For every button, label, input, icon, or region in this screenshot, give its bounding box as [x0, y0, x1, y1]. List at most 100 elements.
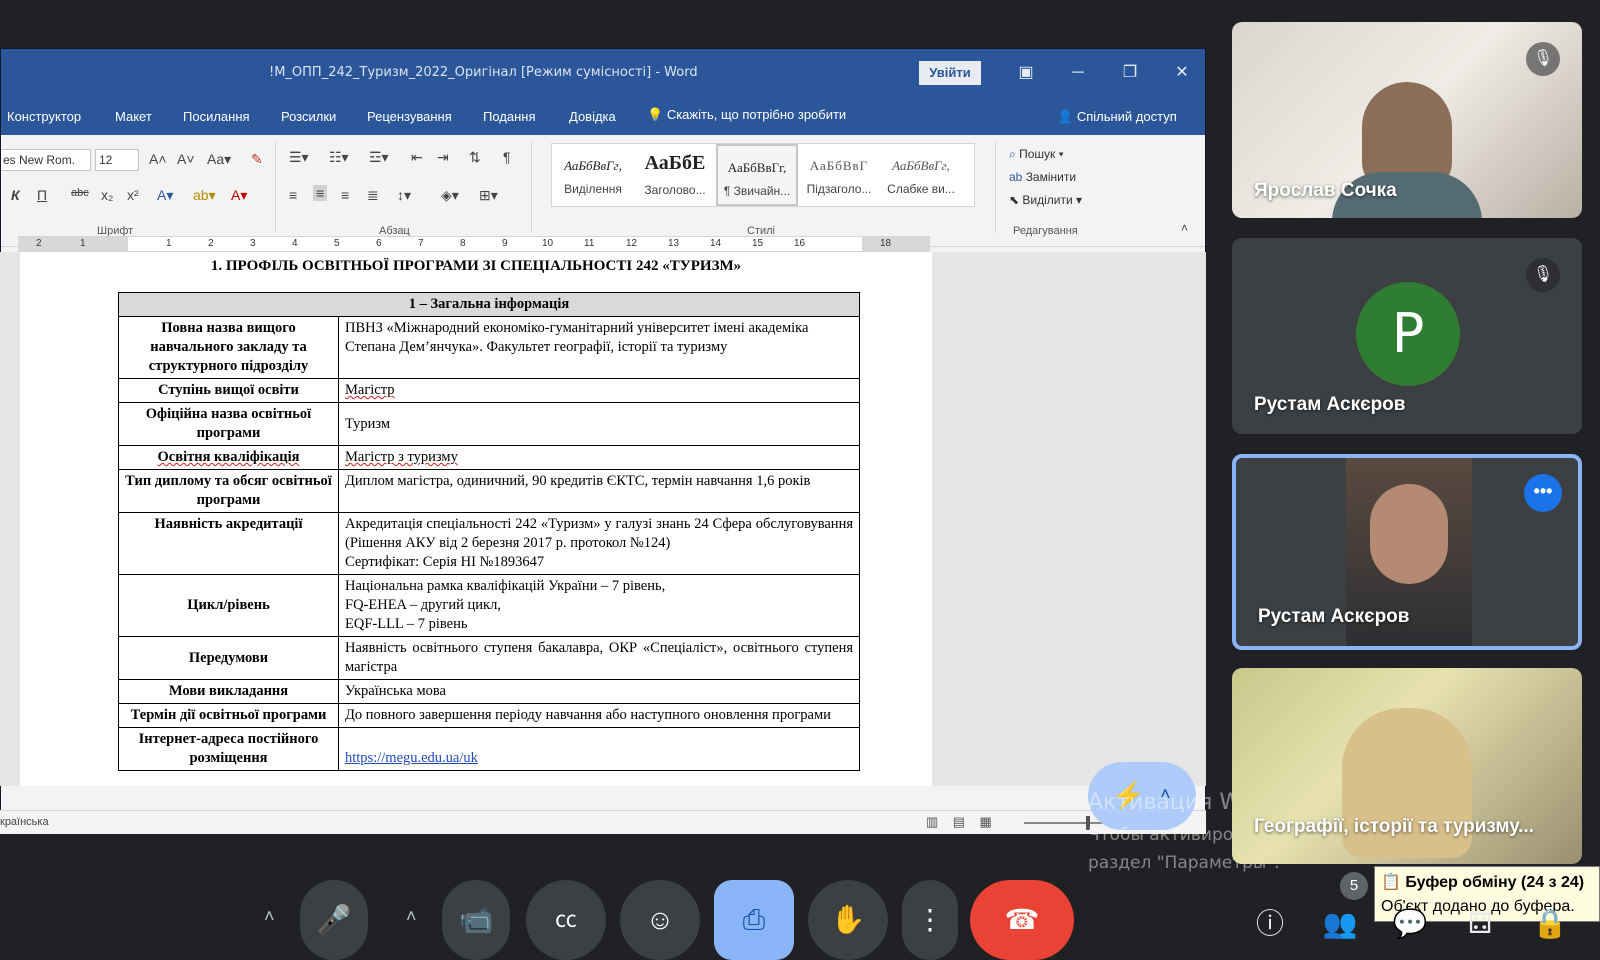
numbering-icon[interactable]: ☷▾ — [329, 149, 349, 166]
participant-tile[interactable]: Географії, історії та туризму... — [1232, 668, 1582, 864]
info-icon[interactable]: ⓘ — [1250, 904, 1290, 944]
font-name-box[interactable]: es New Rom. — [1, 149, 91, 171]
video-options-chevron[interactable]: ˄ — [406, 906, 417, 927]
decrease-indent-icon[interactable]: ⇤ — [411, 149, 423, 166]
collapse-ribbon-icon[interactable]: ˄ — [1181, 221, 1188, 235]
tab-mailings[interactable]: Розсилки — [281, 109, 336, 124]
justify-icon[interactable]: ≣ — [367, 187, 379, 204]
participant-name: Рустам Аскєров — [1254, 394, 1406, 415]
bullets-icon[interactable]: ☰▾ — [289, 149, 309, 166]
table-row: Офіційна назва освітньої програми Туризм — [118, 402, 860, 446]
select-button[interactable]: ⬉ Виділити ▾ — [1009, 189, 1082, 212]
separator — [275, 141, 276, 233]
font-color-icon[interactable]: A▾ — [231, 187, 247, 204]
microphone-icon: 🎤 — [316, 904, 352, 935]
subscript-icon[interactable]: x₂ — [101, 187, 113, 203]
cursor-icon: ⬉ — [1009, 193, 1023, 207]
pilcrow-icon[interactable]: ¶ — [503, 149, 511, 165]
more-options-button[interactable]: ••• — [1524, 474, 1562, 512]
emoji-icon: ☺ — [645, 904, 675, 935]
word-titlebar: !М_ОПП_242_Туризм_2022_Оригінал [Режим с… — [1, 49, 1205, 99]
language-status[interactable]: країнська — [0, 816, 49, 828]
table-row: Мови викладання Українська мова — [118, 679, 860, 704]
present-button[interactable]: ⎙ — [714, 880, 794, 960]
text-effects-icon[interactable]: A▾ — [157, 187, 173, 204]
participant-tile[interactable]: 🎙 Ярослав Сочка — [1232, 22, 1582, 218]
document-page[interactable]: 1. ПРОФІЛЬ ОСВІТНЬОЇ ПРОГРАМИ ЗІ СПЕЦІАЛ… — [20, 252, 932, 786]
share-button[interactable]: 👤 Спільний доступ — [1057, 109, 1177, 125]
raise-hand-button[interactable]: ✋ — [808, 880, 888, 960]
tab-design[interactable]: Конструктор — [7, 109, 81, 124]
style-normal[interactable]: АаБбВвГг, ¶ Звичайн... — [716, 144, 798, 206]
tab-review[interactable]: Рецензування — [367, 109, 452, 124]
print-layout-icon[interactable]: ▤ — [953, 814, 965, 829]
style-subtitle[interactable]: АаБбВвГ Підзаголо... — [798, 144, 880, 206]
italic-icon[interactable]: К — [11, 187, 20, 203]
people-icon[interactable]: 👥 — [1320, 904, 1360, 944]
emoji-button[interactable]: ☺ — [620, 880, 700, 960]
close-icon[interactable]: ✕ — [1167, 61, 1197, 85]
mic-off-icon: 🎙 — [1526, 42, 1560, 76]
editing-group-label: Редагування — [1013, 225, 1078, 237]
minimize-icon[interactable]: ─ — [1063, 61, 1093, 85]
section-header: 1 – Загальна інформація — [118, 292, 860, 317]
align-left-icon[interactable]: ≡ — [289, 187, 297, 203]
change-case-icon[interactable]: Aa▾ — [207, 151, 231, 168]
borders-icon[interactable]: ⊞▾ — [479, 187, 498, 204]
participant-tile-active[interactable]: ••• Рустам Аскєров — [1232, 454, 1582, 650]
audio-options-chevron[interactable]: ˄ — [264, 906, 275, 927]
read-mode-icon[interactable]: ▥ — [926, 814, 938, 829]
chat-icon[interactable]: 💬 — [1390, 904, 1430, 944]
mic-off-icon: 🎙 — [1526, 258, 1560, 292]
sort-icon[interactable]: ⇅ — [469, 149, 481, 166]
shrink-font-icon[interactable]: A˅ — [177, 151, 195, 167]
line-spacing-icon[interactable]: ↕▾ — [397, 187, 411, 204]
style-heading[interactable]: АаБбЕ Заголово... — [634, 144, 716, 206]
tab-view[interactable]: Подання — [483, 109, 536, 124]
tab-references[interactable]: Посилання — [183, 109, 250, 124]
activities-icon[interactable]: ⚃ — [1460, 904, 1500, 944]
shading-icon[interactable]: ◈▾ — [441, 187, 459, 204]
style-emphasis[interactable]: АаБбВвГг, Виділення — [552, 144, 634, 206]
underline-icon[interactable]: П — [37, 187, 47, 203]
tab-help[interactable]: Довідка — [569, 109, 616, 124]
participants-count-badge: 5 — [1340, 872, 1368, 900]
table-row: Цикл/рівень Національна рамка кваліфікац… — [118, 574, 860, 637]
clear-format-icon[interactable]: ✎ — [251, 151, 263, 168]
ribbon-tabs: Конструктор Макет Посилання Розсилки Рец… — [1, 99, 1205, 135]
align-center-icon[interactable]: ≡ — [313, 185, 328, 201]
tab-layout[interactable]: Макет — [115, 109, 152, 124]
superscript-icon[interactable]: x² — [127, 187, 139, 203]
restore-icon[interactable]: ❐ — [1115, 61, 1145, 85]
highlight-icon[interactable]: ab▾ — [193, 187, 216, 204]
separator — [531, 141, 532, 233]
find-button[interactable]: ⌕ Пошук ▾ — [1009, 143, 1082, 166]
ribbon-display-icon[interactable]: ▣ — [1011, 61, 1041, 85]
profile-table: 1 – Загальна інформація Повна назва вищо… — [118, 292, 860, 771]
table-row: 1 – Загальна інформація — [118, 292, 860, 317]
strikethrough-icon[interactable]: abc — [71, 187, 89, 199]
leave-call-button[interactable]: ☎ — [970, 880, 1074, 960]
camera-button[interactable]: 📹 — [442, 880, 510, 960]
font-size-box[interactable]: 12 — [95, 149, 139, 171]
grow-font-icon[interactable]: A˄ — [149, 151, 167, 167]
replace-button[interactable]: ab Замінити — [1009, 166, 1082, 189]
multilevel-list-icon[interactable]: ☲▾ — [369, 149, 389, 166]
participant-name: Географії, історії та туризму... — [1254, 816, 1534, 837]
align-right-icon[interactable]: ≡ — [341, 187, 349, 203]
more-options-button[interactable]: ⋮ — [902, 880, 958, 960]
view-buttons: ▥ ▤ ▦ — [926, 814, 992, 830]
signin-button[interactable]: Увійти — [919, 61, 981, 85]
captions-button[interactable]: ㏄ — [526, 880, 606, 960]
style-subtle-emphasis[interactable]: АаБбВвГг, Слабке ви... — [880, 144, 962, 206]
editing-group: ⌕ Пошук ▾ ab Замінити ⬉ Виділити ▾ — [1009, 143, 1082, 212]
increase-indent-icon[interactable]: ⇥ — [437, 149, 449, 166]
web-layout-icon[interactable]: ▦ — [980, 814, 992, 829]
participant-tile[interactable]: 🎙 Р Рустам Аскєров — [1232, 238, 1582, 434]
website-link[interactable]: https://megu.edu.ua/uk — [345, 750, 478, 766]
clipboard-icon: 📋 — [1381, 874, 1406, 891]
present-icon: ⎙ — [742, 904, 766, 935]
tell-me-search[interactable]: 💡 Скажіть, що потрібно зробити — [647, 107, 846, 123]
host-controls-icon[interactable]: 🔒 — [1530, 904, 1570, 944]
mic-button[interactable]: 🎤 — [300, 880, 368, 960]
